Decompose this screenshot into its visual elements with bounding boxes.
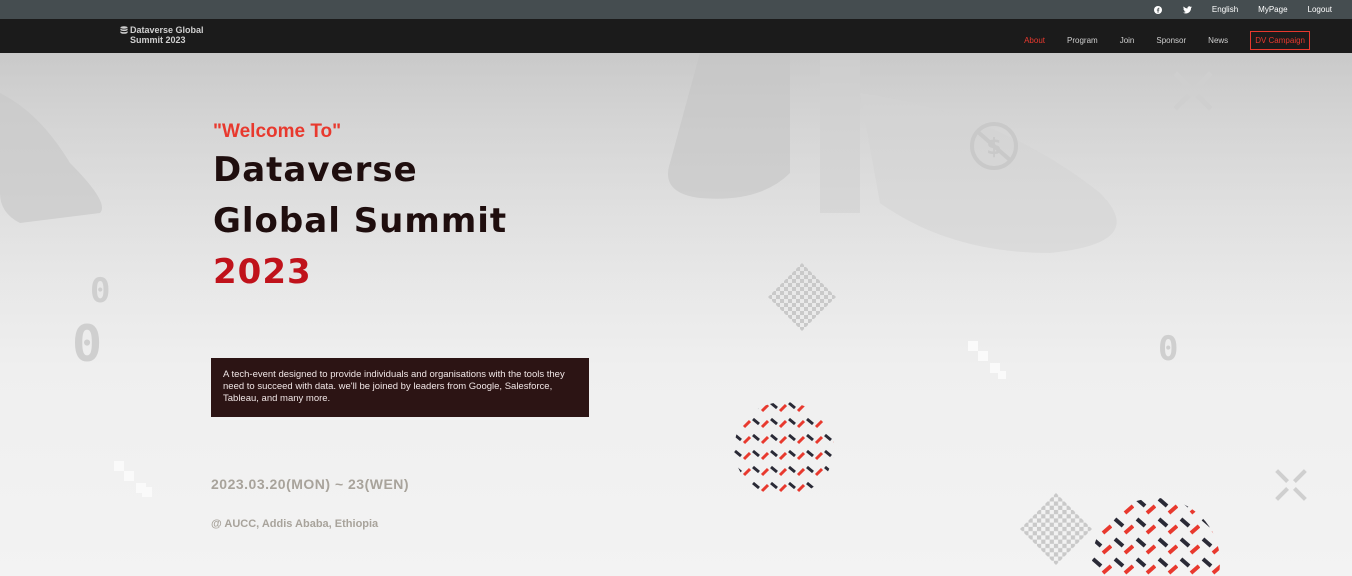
- hero-section: "Welcome To" Dataverse Global Summit 202…: [0, 53, 1352, 576]
- database-icon: [120, 26, 128, 34]
- nav-item-about[interactable]: About: [1024, 36, 1045, 45]
- twitter-icon: [1182, 5, 1192, 14]
- checker-diamond-decoration: [768, 263, 836, 331]
- nav-item-join[interactable]: Join: [1120, 36, 1135, 45]
- logo-text: Dataverse Global Summit 2023: [130, 25, 204, 45]
- nav-item-sponsor[interactable]: Sponsor: [1156, 36, 1186, 45]
- mypage-link[interactable]: MyPage: [1258, 5, 1287, 14]
- twitter-link[interactable]: [1182, 5, 1192, 14]
- decor-digit-zero: 0: [90, 271, 111, 311]
- dash-pattern-circle-decoration: [1092, 498, 1220, 576]
- facebook-link[interactable]: [1154, 5, 1163, 14]
- stair-squares-decoration: [114, 461, 152, 497]
- nav-links: About Program Join Sponsor News DV Campa…: [1002, 31, 1310, 50]
- cross-arrows-icon: [1275, 469, 1307, 501]
- event-title: Dataverse Global Summit 2023: [213, 145, 507, 298]
- event-title-line2: Global Summit: [213, 201, 508, 241]
- event-description: A tech-event designed to provide individ…: [211, 358, 589, 417]
- main-navbar: Dataverse Global Summit 2023 About Progr…: [0, 19, 1352, 53]
- site-logo[interactable]: Dataverse Global Summit 2023: [120, 25, 204, 45]
- svg-text:$: $: [986, 135, 1001, 160]
- logo-line2: Summit 2023: [130, 35, 186, 45]
- event-year: 2023: [213, 252, 312, 292]
- cross-arrows-icon: [1173, 71, 1213, 111]
- stair-squares-decoration: [968, 341, 1006, 379]
- top-utility-bar: English MyPage Logout: [0, 0, 1352, 19]
- nav-item-news[interactable]: News: [1208, 36, 1228, 45]
- checker-diamond-decoration: [1020, 493, 1092, 565]
- facebook-icon: [1154, 5, 1163, 14]
- language-link[interactable]: English: [1212, 5, 1238, 14]
- welcome-heading: "Welcome To": [213, 121, 342, 142]
- dv-campaign-button[interactable]: DV Campaign: [1250, 31, 1310, 50]
- decor-digit-zero: 0: [72, 315, 103, 373]
- decor-digit-zero: 0: [1158, 329, 1179, 369]
- nav-item-program[interactable]: Program: [1067, 36, 1098, 45]
- logout-link[interactable]: Logout: [1308, 5, 1332, 14]
- logo-line1: Dataverse Global: [130, 25, 204, 35]
- event-date: 2023.03.20(MON) ~ 23(WEN): [211, 476, 410, 492]
- hero-background-photo: [0, 53, 1352, 313]
- event-venue: @ AUCC, Addis Ababa, Ethiopia: [211, 518, 379, 530]
- dash-pattern-circle-decoration: [734, 402, 834, 496]
- no-dollar-icon: $: [970, 122, 1018, 170]
- event-title-line1: Dataverse: [213, 150, 418, 190]
